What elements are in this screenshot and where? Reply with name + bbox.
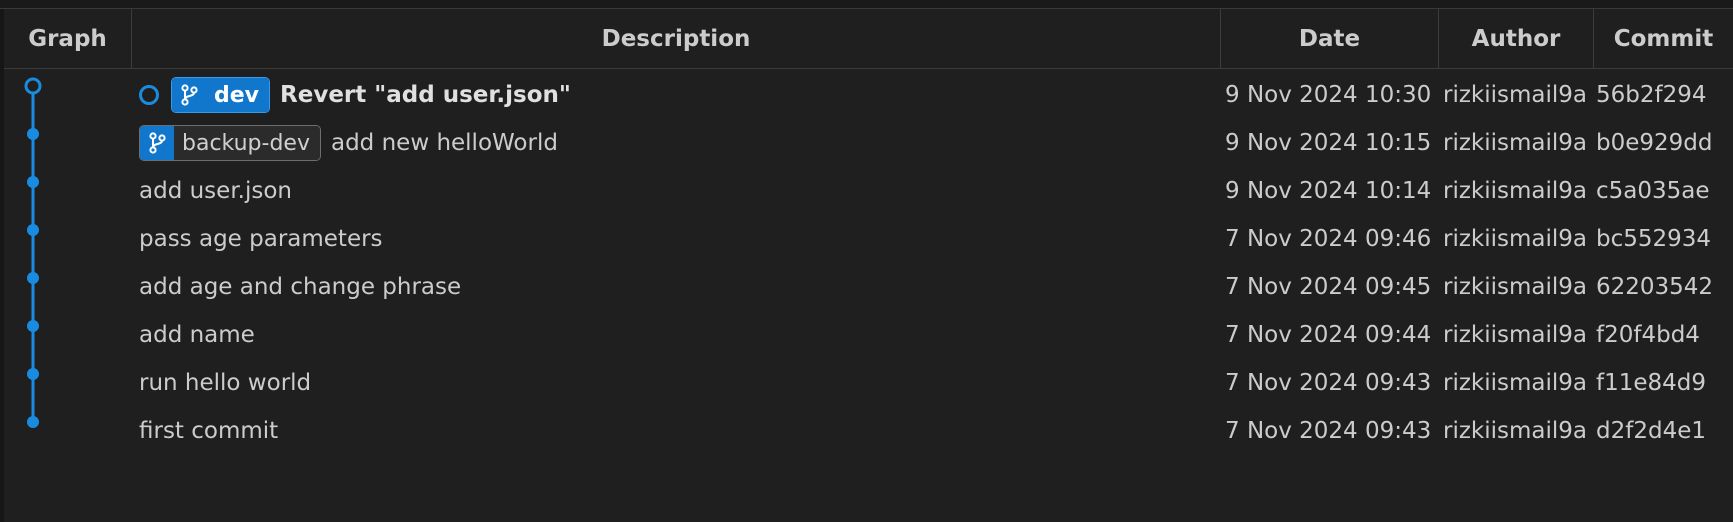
head-indicator-icon — [139, 85, 159, 105]
commit-description: backup-dev add new helloWorld — [139, 119, 558, 167]
commit-author: rizkiismail9a — [1443, 226, 1588, 252]
commit-row[interactable]: add name 7 Nov 2024 09:44 rizkiismail9a f20… — [4, 311, 1733, 359]
commit-message: add user.json — [139, 178, 292, 204]
commit-message: Revert "add user.json" — [280, 82, 571, 108]
column-header-date[interactable]: Date — [1220, 9, 1438, 68]
commit-description: dev Revert "add user.json" — [139, 71, 571, 119]
commit-date: 9 Nov 2024 10:15 — [1225, 130, 1432, 156]
commit-description: pass age parameters — [139, 215, 383, 263]
column-header-description[interactable]: Description — [131, 9, 1220, 68]
commit-row[interactable]: add user.json 9 Nov 2024 10:14 rizkiismail… — [4, 167, 1733, 215]
commit-author: rizkiismail9a — [1443, 178, 1588, 204]
commit-date: 7 Nov 2024 09:43 — [1225, 418, 1432, 444]
commit-hash: b0e929dd — [1596, 130, 1713, 156]
git-branch-icon — [140, 126, 174, 160]
commit-description: add user.json — [139, 167, 292, 215]
commit-hash: f11e84d9 — [1596, 370, 1707, 396]
branch-name: backup-dev — [174, 126, 320, 160]
commit-date: 9 Nov 2024 10:14 — [1225, 178, 1432, 204]
commit-row[interactable]: run hello world 7 Nov 2024 09:43 rizkiisma… — [4, 359, 1733, 407]
commit-row[interactable]: first commit 7 Nov 2024 09:43 rizkiismail9… — [4, 407, 1733, 455]
commit-author: rizkiismail9a — [1443, 322, 1588, 348]
commit-hash: bc552934 — [1596, 226, 1712, 252]
commit-author: rizkiismail9a — [1443, 370, 1588, 396]
git-branch-icon — [172, 78, 206, 112]
commit-date: 7 Nov 2024 09:45 — [1225, 274, 1432, 300]
commit-description: add age and change phrase — [139, 263, 461, 311]
commit-date: 7 Nov 2024 09:46 — [1225, 226, 1432, 252]
commit-hash: f20f4bd4 — [1596, 322, 1700, 348]
commit-row[interactable]: add age and change phrase 7 Nov 2024 09:4… — [4, 263, 1733, 311]
commit-row[interactable]: dev Revert "add user.json" 9 Nov 2024 10:3… — [4, 71, 1733, 119]
commit-row[interactable]: backup-dev add new helloWorld 9 Nov 2024 1… — [4, 119, 1733, 167]
commit-message: add age and change phrase — [139, 274, 462, 300]
commit-message: add new helloWorld — [330, 130, 558, 156]
commit-author: rizkiismail9a — [1443, 274, 1588, 300]
column-header-author[interactable]: Author — [1438, 9, 1593, 68]
branch-name: dev — [206, 78, 270, 112]
branch-badge-backup-dev[interactable]: backup-dev — [139, 125, 321, 161]
column-header-commit[interactable]: Commit — [1593, 9, 1733, 68]
commit-author: rizkiismail9a — [1443, 82, 1588, 108]
commit-hash: 62203542 — [1596, 274, 1714, 300]
commit-hash: d2f2d4e1 — [1596, 418, 1706, 444]
commit-hash: 56b2f294 — [1596, 82, 1707, 108]
commit-message: run hello world — [139, 370, 312, 396]
git-graph-view: Graph Description Date Author Commit dev… — [0, 0, 1733, 522]
commit-message: first commit — [139, 418, 279, 444]
commit-description: add name — [139, 311, 255, 359]
commit-author: rizkiismail9a — [1443, 418, 1588, 444]
commit-description: first commit — [139, 407, 278, 455]
commit-hash: c5a035ae — [1596, 178, 1710, 204]
table-header: Graph Description Date Author Commit — [4, 9, 1733, 69]
branch-badge-dev[interactable]: dev — [171, 77, 271, 113]
commit-date: 7 Nov 2024 09:43 — [1225, 370, 1432, 396]
commit-date: 9 Nov 2024 10:30 — [1225, 82, 1432, 108]
commit-row[interactable]: pass age parameters 7 Nov 2024 09:46 rizki… — [4, 215, 1733, 263]
commit-date: 7 Nov 2024 09:44 — [1225, 322, 1432, 348]
commit-message: add name — [139, 322, 255, 348]
commit-message: pass age parameters — [139, 226, 383, 252]
commit-author: rizkiismail9a — [1443, 130, 1588, 156]
top-border — [0, 0, 1733, 9]
commit-description: run hello world — [139, 359, 311, 407]
